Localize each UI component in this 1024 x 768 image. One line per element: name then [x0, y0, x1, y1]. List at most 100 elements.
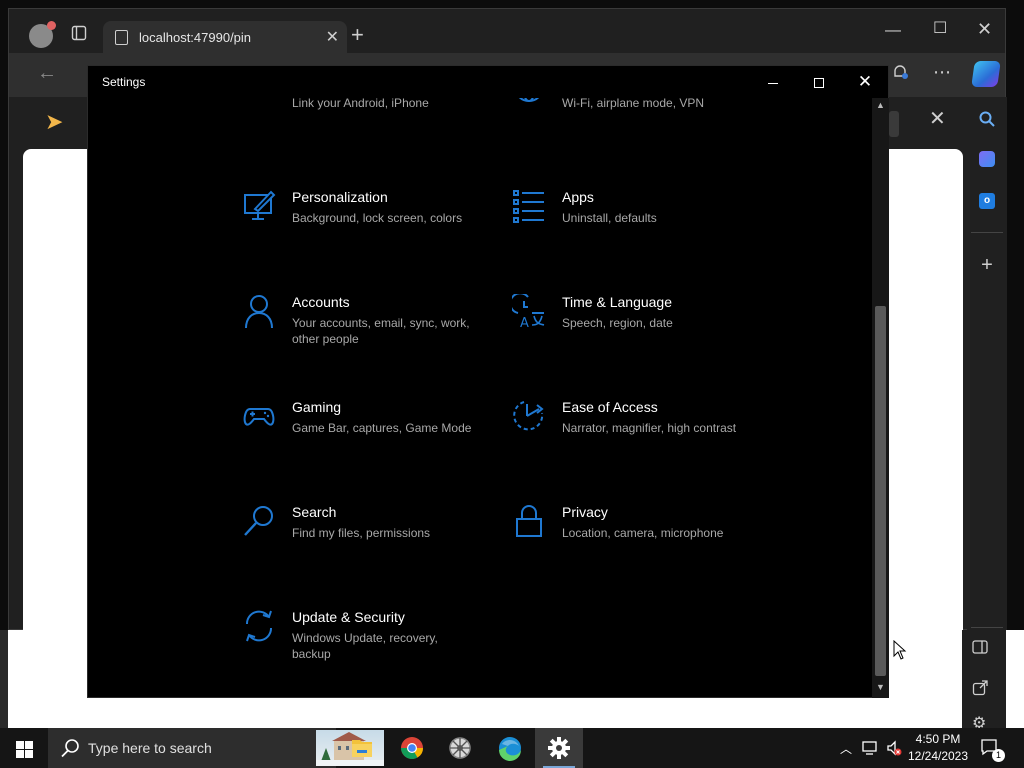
notifications-icon[interactable]: [891, 63, 909, 85]
category-time-language[interactable]: A Time & Language Speech, region, date: [512, 294, 762, 374]
new-tab-icon[interactable]: +: [351, 22, 364, 48]
tab-actions-icon[interactable]: [71, 25, 87, 45]
lock-icon: [516, 505, 542, 537]
time-language-icon: A: [512, 294, 545, 328]
file-explorer-icon[interactable]: [338, 728, 386, 768]
category-desc: Game Bar, captures, Game Mode: [292, 421, 472, 435]
tab-title: localhost:47990/pin: [139, 30, 252, 45]
close-icon[interactable]: ✕: [977, 20, 992, 38]
category-phone[interactable]: Link your Android, iPhone: [242, 98, 492, 161]
profile-avatar[interactable]: [29, 21, 56, 48]
category-update-security[interactable]: Update & Security Windows Update, recove…: [242, 609, 492, 689]
category-ease-of-access[interactable]: Ease of Access Narrator, magnifier, high…: [512, 399, 762, 479]
minimize-icon[interactable]: —: [885, 23, 901, 39]
settings-window: Settings ✕ Link your Android, iPhone Wi-…: [87, 65, 889, 698]
category-search[interactable]: Search Find my files, permissions: [242, 504, 492, 584]
minimize-icon: [768, 82, 778, 84]
copilot-icon[interactable]: [971, 61, 1001, 87]
chrome-icon[interactable]: [388, 728, 436, 768]
divider: [971, 232, 1003, 233]
browser-tab[interactable]: localhost:47990/pin ✕: [103, 21, 347, 53]
category-desc: Wi-Fi, airplane mode, VPN: [562, 98, 705, 110]
apps-list-icon: [513, 190, 544, 223]
category-accounts[interactable]: Accounts Your accounts, email, sync, wor…: [242, 294, 492, 374]
settings-app-icon[interactable]: [535, 728, 583, 768]
page-icon: [115, 30, 128, 45]
search-icon[interactable]: [975, 107, 999, 131]
tray-overflow-chevron-icon[interactable]: ︿: [840, 740, 852, 757]
close-button[interactable]: ✕: [842, 66, 888, 98]
category-gaming[interactable]: Gaming Game Bar, captures, Game Mode: [242, 399, 492, 479]
game-controller-icon: [243, 408, 275, 426]
category-personalization[interactable]: Personalization Background, lock screen,…: [242, 189, 492, 269]
tab-close-icon[interactable]: ✕: [326, 27, 339, 47]
search-icon: [61, 739, 79, 758]
window-title: Settings: [102, 75, 146, 89]
paper-plane-icon[interactable]: ➤: [45, 111, 63, 133]
taskbar: Type here to search ︿ 4:50 PM 12/24/2023…: [0, 728, 1024, 768]
category-title: Time & Language: [562, 294, 672, 310]
more-icon[interactable]: ⋯: [933, 63, 951, 81]
notification-badge: 1: [992, 749, 1005, 762]
browser-tabstrip: localhost:47990/pin ✕ + — ☐ ✕: [9, 9, 1005, 53]
category-desc: Uninstall, defaults: [562, 211, 657, 225]
paint-brush-icon: [244, 190, 276, 220]
category-title: Apps: [562, 189, 594, 205]
category-title: Update & Security: [292, 609, 405, 625]
category-desc: Background, lock screen, colors: [292, 211, 463, 225]
divider: [971, 627, 1003, 628]
sync-icon: [245, 610, 273, 642]
maximize-button[interactable]: [796, 66, 842, 98]
category-desc: Narrator, magnifier, high contrast: [562, 421, 737, 435]
copilot-icon[interactable]: [975, 147, 999, 171]
phone-icon: [242, 98, 276, 115]
category-privacy[interactable]: Privacy Location, camera, microphone: [512, 504, 762, 584]
open-external-icon[interactable]: [972, 680, 988, 700]
taskbar-search-box[interactable]: Type here to search: [48, 728, 384, 768]
category-title: Privacy: [562, 504, 608, 520]
scroll-down-arrow[interactable]: ▼: [872, 682, 889, 696]
wheel-app-icon[interactable]: [436, 728, 484, 768]
svg-text:A: A: [520, 316, 529, 328]
category-title: Accounts: [292, 294, 350, 310]
edge-icon[interactable]: [486, 728, 534, 768]
globe-icon: [518, 98, 540, 102]
network-icon[interactable]: [862, 740, 880, 761]
maximize-icon: [814, 78, 824, 89]
settings-titlebar[interactable]: Settings ✕: [88, 66, 888, 98]
category-title: Ease of Access: [562, 399, 658, 415]
back-icon[interactable]: ←: [37, 63, 57, 83]
desktop: localhost:47990/pin ✕ + — ☐ ✕ ← ⋯ ➤ ✕ o …: [0, 0, 1024, 768]
category-desc: Link your Android, iPhone: [292, 98, 429, 110]
browser-sidebar: o +: [967, 97, 1007, 631]
scrollbar[interactable]: ▲ ▼: [872, 98, 889, 698]
category-desc: Speech, region, date: [562, 316, 673, 330]
category-desc: Your accounts, email, sync, work, other …: [292, 316, 470, 346]
minimize-button[interactable]: [750, 66, 796, 98]
close-icon[interactable]: ✕: [929, 109, 946, 129]
clock-date[interactable]: 12/24/2023: [900, 749, 976, 763]
category-title: Personalization: [292, 189, 388, 205]
add-icon[interactable]: +: [975, 253, 999, 277]
side-panel-icon[interactable]: [972, 640, 988, 658]
scrollbar-thumb[interactable]: [875, 306, 886, 676]
clock-time[interactable]: 4:50 PM: [900, 732, 976, 746]
person-icon: [245, 295, 273, 328]
maximize-icon[interactable]: ☐: [933, 21, 947, 37]
category-desc: Windows Update, recovery, backup: [292, 631, 438, 661]
category-network[interactable]: Wi-Fi, airplane mode, VPN: [512, 98, 762, 161]
search-icon: [244, 506, 273, 536]
category-apps[interactable]: Apps Uninstall, defaults: [512, 189, 762, 269]
scroll-up-arrow[interactable]: ▲: [872, 100, 889, 114]
settings-categories: Link your Android, iPhone Wi-Fi, airplan…: [88, 98, 872, 698]
outlook-icon[interactable]: o: [975, 187, 999, 211]
category-title: Gaming: [292, 399, 342, 415]
category-desc: Location, camera, microphone: [562, 526, 724, 540]
ease-of-access-icon: [513, 401, 544, 431]
start-button[interactable]: [0, 728, 48, 768]
search-placeholder: Type here to search: [88, 740, 212, 756]
helper-input[interactable]: [889, 111, 899, 137]
windows-logo-icon: [16, 741, 24, 749]
category-title: Search: [292, 504, 337, 520]
category-desc: Find my files, permissions: [292, 526, 431, 540]
